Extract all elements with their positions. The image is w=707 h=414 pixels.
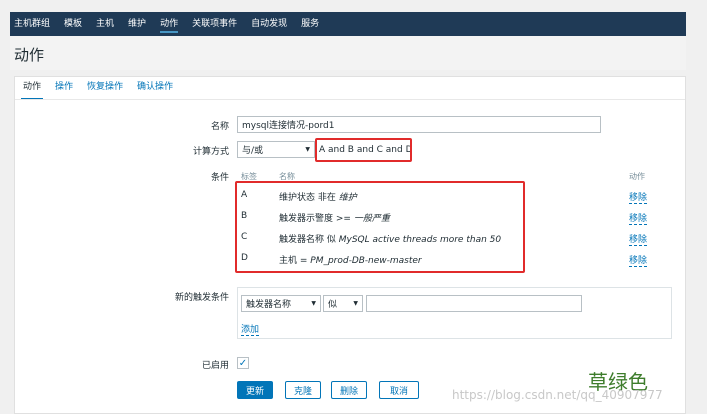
nav-event-correlation[interactable]: 关联项事件	[192, 12, 237, 36]
new-condition-operator-value: 似	[328, 300, 338, 310]
watermark: https://blog.csdn.net/qq_40907977	[452, 388, 663, 402]
tab-recovery-operations[interactable]: 恢复操作	[87, 77, 123, 99]
form-tabs: 动作 操作 恢复操作 确认操作	[15, 77, 187, 100]
calculation-select[interactable]: 与/或 ▼	[237, 141, 315, 158]
cancel-button[interactable]: 取消	[379, 381, 419, 399]
new-condition-label: 新的触发条件	[174, 293, 229, 303]
conditions-header-action: 动作	[629, 172, 645, 181]
name-label: 名称	[210, 122, 229, 132]
add-condition-link[interactable]: 添加	[241, 322, 260, 336]
tabs-divider	[15, 99, 685, 100]
highlight-box-conditions	[235, 181, 525, 273]
tab-action[interactable]: 动作	[20, 77, 44, 100]
new-condition-value-input[interactable]	[366, 295, 582, 312]
action-form-panel: 动作 操作 恢复操作 确认操作 名称 计算方式 与/或 ▼ A and B an…	[14, 76, 686, 414]
nav-discovery[interactable]: 自动发现	[251, 12, 287, 36]
remove-condition-link[interactable]: 移除	[629, 232, 648, 246]
new-condition-type-value: 触发器名称	[246, 300, 292, 310]
name-input[interactable]	[237, 116, 601, 133]
nav-hosts[interactable]: 主机	[96, 12, 114, 36]
tab-operations[interactable]: 操作	[55, 77, 73, 99]
new-condition-operator-select[interactable]: 似 ▼	[323, 295, 363, 312]
enabled-label: 已启用	[201, 361, 229, 371]
update-button[interactable]: 更新	[237, 381, 273, 399]
nav-services[interactable]: 服务	[301, 12, 319, 36]
calculation-label: 计算方式	[192, 147, 229, 157]
chevron-down-icon: ▼	[305, 146, 310, 153]
clone-button[interactable]: 克隆	[285, 381, 321, 399]
page-title: 动作	[14, 46, 45, 64]
tab-acknowledge-operations[interactable]: 确认操作	[137, 77, 173, 99]
top-navigation: 主机群组 模板 主机 维护 动作 关联项事件 自动发现 服务	[10, 12, 686, 36]
remove-condition-link[interactable]: 移除	[629, 190, 648, 204]
highlight-box-expression	[315, 138, 412, 162]
nav-host-groups[interactable]: 主机群组	[14, 12, 50, 36]
nav-templates[interactable]: 模板	[64, 12, 82, 36]
new-condition-type-select[interactable]: 触发器名称 ▼	[241, 295, 321, 312]
nav-maintenance[interactable]: 维护	[128, 12, 146, 36]
remove-condition-link[interactable]: 移除	[629, 211, 648, 225]
conditions-label: 条件	[210, 173, 229, 183]
checkmark-icon: ✓	[238, 357, 248, 369]
remove-condition-link[interactable]: 移除	[629, 253, 648, 267]
nav-actions[interactable]: 动作	[160, 12, 179, 36]
chevron-down-icon: ▼	[353, 300, 358, 307]
chevron-down-icon: ▼	[311, 300, 316, 307]
calculation-select-value: 与/或	[242, 146, 264, 156]
delete-button[interactable]: 删除	[331, 381, 367, 399]
enabled-checkbox[interactable]: ✓	[237, 357, 249, 369]
page-header	[10, 36, 686, 70]
